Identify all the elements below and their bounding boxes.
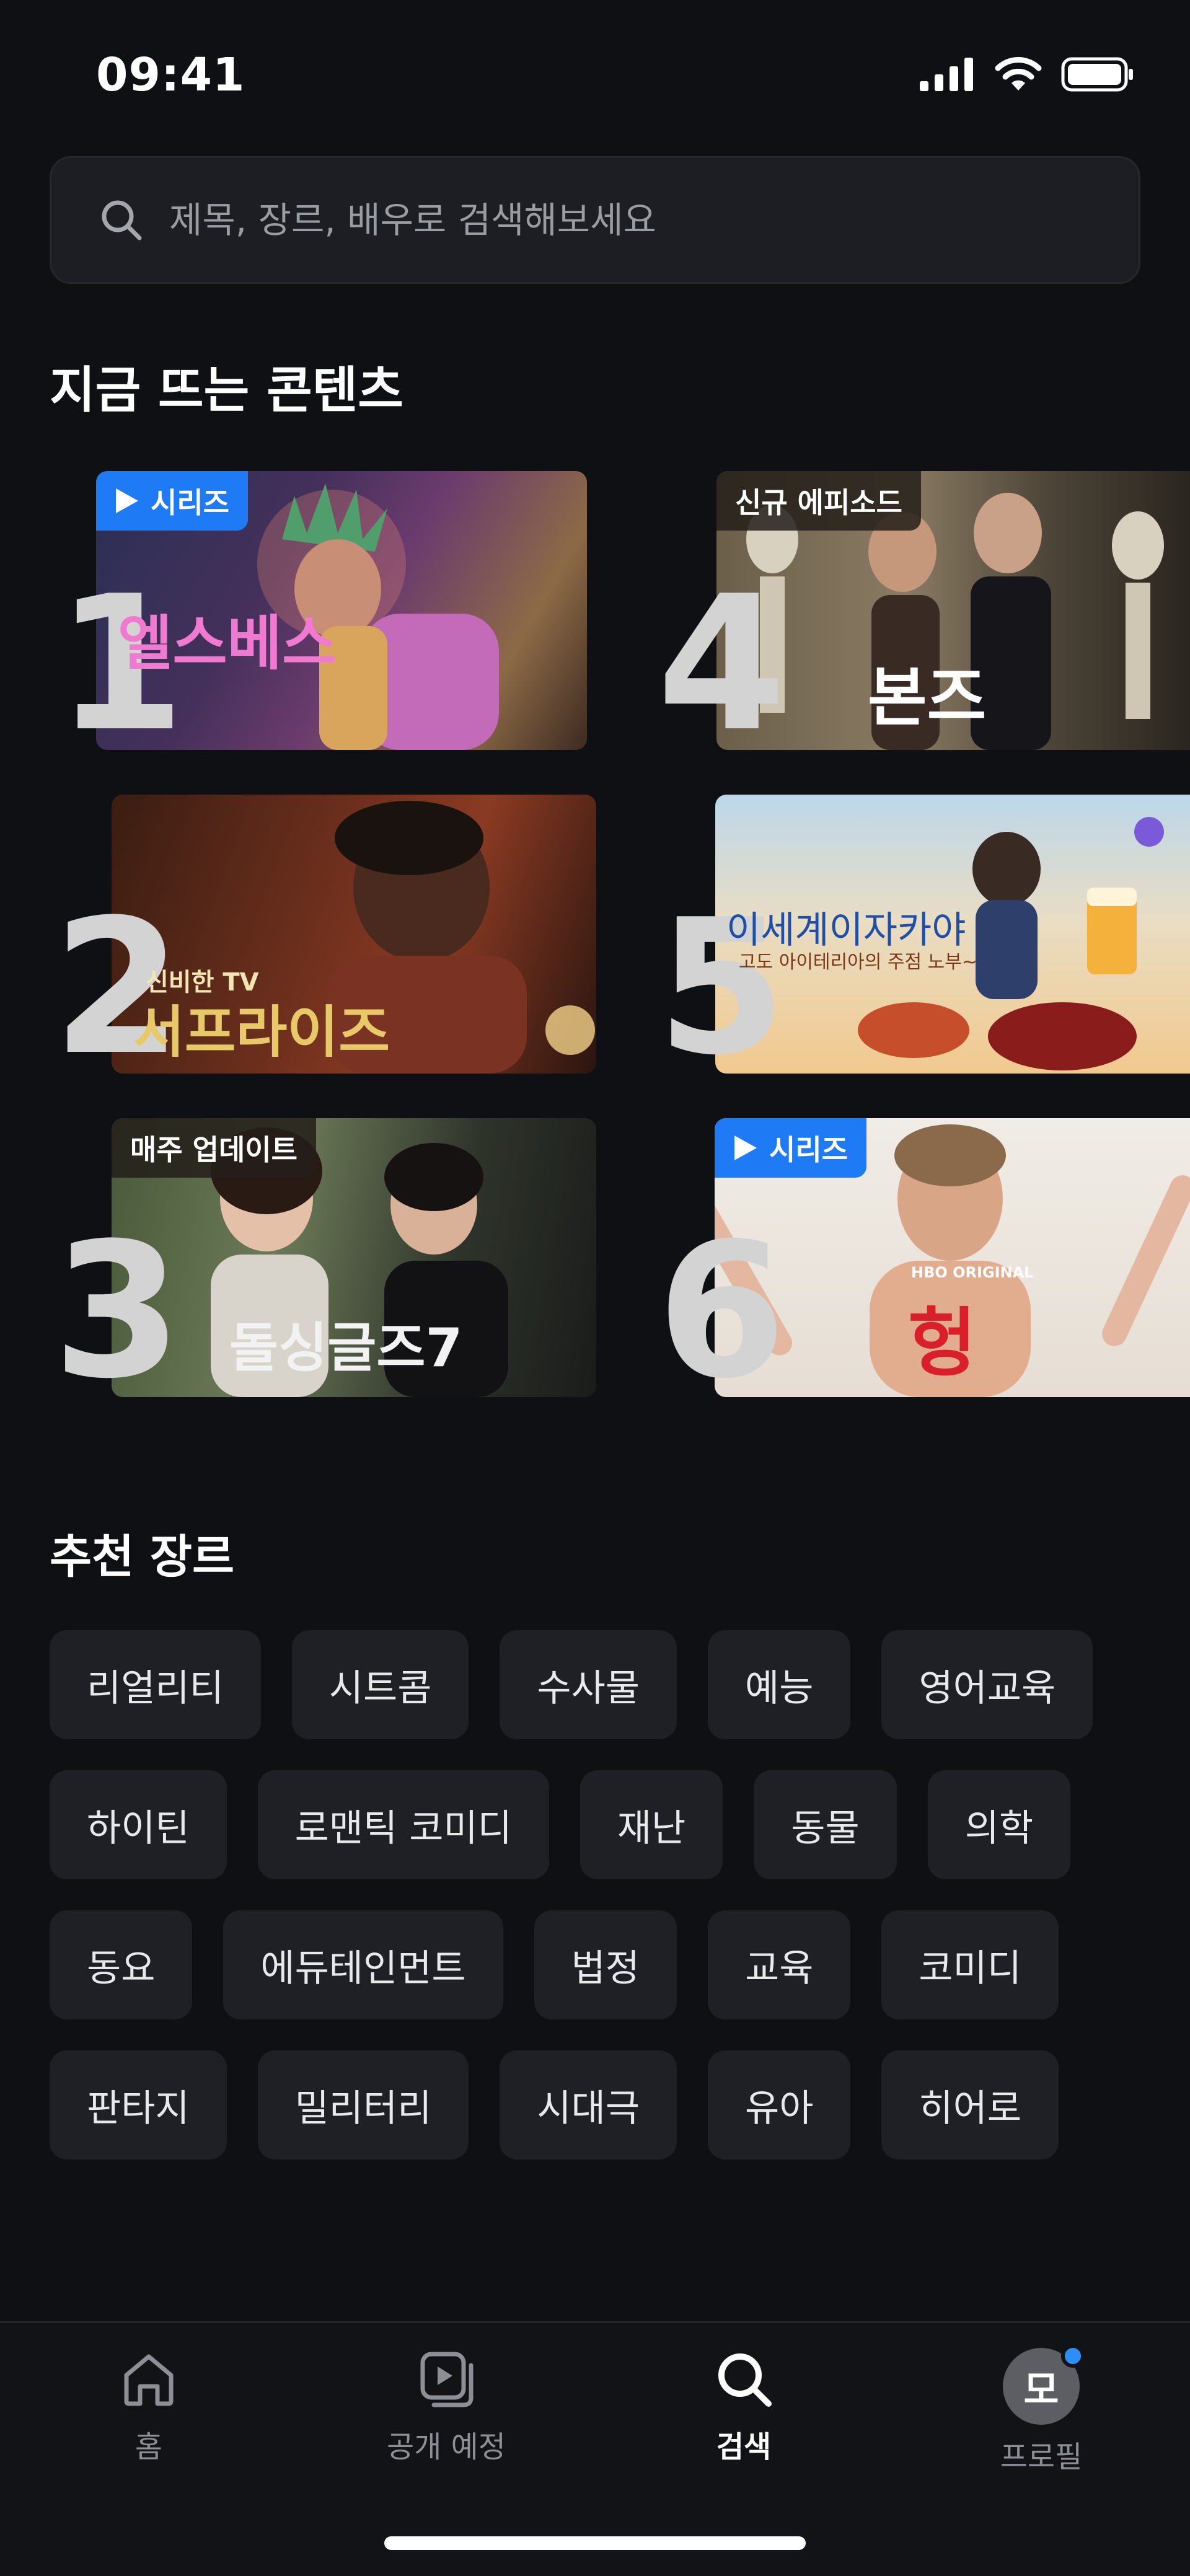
search-bar[interactable]: [50, 156, 1140, 284]
avatar-initial: 모: [1023, 2367, 1059, 2412]
genre-chip[interactable]: 하이틴: [50, 1770, 227, 1879]
tab-label: 프로필: [1000, 2440, 1083, 2474]
rank-number: 6: [657, 1203, 787, 1419]
genre-chip[interactable]: 로맨틱 코미디: [257, 1770, 549, 1879]
trending-item-title: 본즈: [868, 659, 987, 735]
tab-label: 홈: [134, 2430, 163, 2464]
badge-label: 시리즈: [151, 486, 229, 519]
home-indicator: [384, 2536, 806, 2550]
avatar: 모: [1003, 2344, 1085, 2425]
genre-chip[interactable]: 재난: [580, 1770, 723, 1879]
series-badge: 시리즈: [96, 471, 248, 531]
trending-item-title: 서프라이즈: [133, 1000, 390, 1065]
genre-chip[interactable]: 수사물: [500, 1630, 677, 1739]
status-bar: 09:41: [0, 0, 1190, 143]
tab-label: 검색: [716, 2430, 772, 2464]
search-icon: [102, 200, 142, 240]
series-badge: 시리즈: [715, 1118, 866, 1178]
battery-icon: [1061, 57, 1133, 92]
genre-row: 리얼리티 시트콤 수사물 예능 영어교육: [50, 1630, 1140, 1739]
trending-item-4[interactable]: 신규 에피소드 본즈 4: [657, 471, 1190, 757]
trending-item-title: 돌싱글즈7: [229, 1317, 463, 1379]
genre-chip[interactable]: 판타지: [50, 2050, 227, 2159]
search-icon: [718, 2353, 772, 2407]
tab-home[interactable]: 홈: [31, 2348, 267, 2466]
notification-dot: [1061, 2344, 1085, 2368]
trending-item-5[interactable]: 이세계이자카야 고도 아이테리아의 주점 노부~ 5: [657, 795, 1190, 1081]
genre-chip[interactable]: 리얼리티: [50, 1630, 261, 1739]
status-time: 09:41: [96, 48, 245, 102]
genre-chip[interactable]: 유아: [708, 2050, 851, 2159]
trending-title: 지금 뜨는 콘텐츠: [50, 361, 403, 419]
wifi-icon: [995, 57, 1042, 90]
play-icon: [116, 488, 138, 513]
genre-chip-list: 리얼리티 시트콤 수사물 예능 영어교육 하이틴 로맨틱 코미디 재난 동물 의…: [50, 1630, 1140, 2190]
show-subtitle: 고도 아이테리아의 주점 노부~: [739, 951, 977, 973]
genre-chip[interactable]: 시트콤: [291, 1630, 469, 1739]
genre-chip[interactable]: 밀리터리: [257, 2050, 469, 2159]
genre-row: 판타지 밀리터리 시대극 유아 히어로: [50, 2050, 1140, 2159]
badge-label: 시리즈: [769, 1133, 848, 1167]
rank-number: 4: [657, 556, 787, 772]
tab-upcoming[interactable]: 공개 예정: [328, 2348, 564, 2466]
genre-chip[interactable]: 코미디: [881, 1910, 1059, 2019]
trending-item-3[interactable]: 매주 업데이트 돌싱글즈7 3: [53, 1118, 596, 1405]
genres-title: 추천 장르: [50, 1530, 235, 1584]
play-icon: [734, 1136, 757, 1160]
rank-number: 3: [53, 1203, 182, 1419]
new-episode-badge: 신규 에피소드: [716, 471, 921, 531]
weekly-update-badge: 매주 업데이트: [112, 1118, 316, 1178]
genre-chip[interactable]: 교육: [708, 1910, 851, 2019]
status-icons: [920, 57, 1134, 92]
badge-label: 신규 에피소드: [735, 486, 902, 519]
tab-profile[interactable]: 모 프로필: [923, 2344, 1159, 2476]
genre-chip[interactable]: 의학: [927, 1770, 1071, 1879]
trending-item-title: 이세계이자카야: [726, 909, 966, 952]
tab-label: 공개 예정: [387, 2430, 506, 2464]
cellular-signal-icon: [920, 58, 973, 91]
genre-chip[interactable]: 동물: [754, 1770, 897, 1879]
home-icon: [124, 2354, 174, 2406]
genre-chip[interactable]: 에듀테인먼트: [223, 1910, 503, 2019]
trending-item-1[interactable]: 시리즈 엘스베스 1: [56, 471, 589, 757]
genre-chip[interactable]: 예능: [708, 1630, 851, 1739]
genre-chip[interactable]: 법정: [534, 1910, 677, 2019]
trending-item-2[interactable]: 신비한 TV 서프라이즈 2: [53, 795, 596, 1081]
trending-item-6[interactable]: 시리즈 HBO ORIGINAL 헝 6: [657, 1118, 1190, 1405]
tab-search[interactable]: 검색: [626, 2348, 862, 2466]
badge-label: 매주 업데이트: [130, 1133, 298, 1167]
genre-chip[interactable]: 시대극: [500, 2050, 677, 2159]
genre-chip[interactable]: 영어교육: [881, 1630, 1093, 1739]
trending-item-title: 헝: [908, 1300, 977, 1387]
play-icon: [420, 2352, 474, 2407]
hbo-original-label: HBO ORIGINAL: [911, 1264, 1034, 1281]
genre-row: 하이틴 로맨틱 코미디 재난 동물 의학: [50, 1770, 1140, 1879]
trending-item-title: 엘스베스: [118, 609, 337, 678]
search-input[interactable]: [169, 199, 1099, 241]
genre-chip[interactable]: 히어로: [881, 2050, 1059, 2159]
genre-row: 동요 에듀테인먼트 법정 교육 코미디: [50, 1910, 1140, 2019]
genre-chip[interactable]: 동요: [50, 1910, 193, 2019]
